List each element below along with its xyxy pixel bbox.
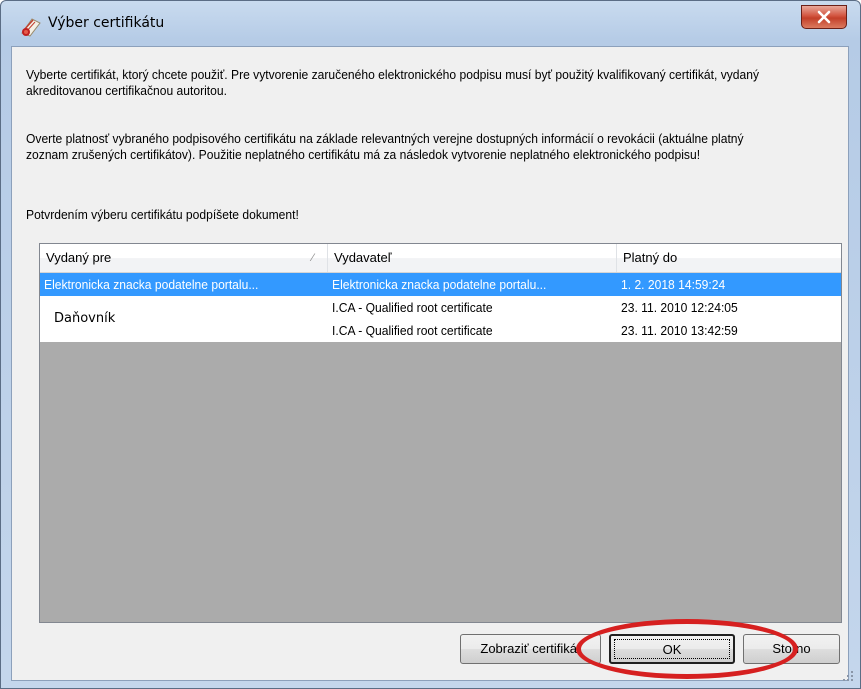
- resize-grip-icon[interactable]: [842, 670, 854, 682]
- close-icon: [817, 10, 831, 24]
- column-header-issuer[interactable]: Vydavateľ: [328, 244, 617, 272]
- show-certificate-button[interactable]: Zobraziť certifikát: [460, 634, 601, 664]
- cell-valid-until: 1. 2. 2018 14:59:24: [621, 277, 726, 292]
- close-button[interactable]: [801, 5, 847, 29]
- list-header: Vydaný pre ⁄ Vydavateľ Platný do: [40, 244, 841, 273]
- ok-button[interactable]: OK: [609, 634, 735, 664]
- certificate-dialog: Výber certifikátu Vyberte certifikát, kt…: [0, 0, 861, 689]
- list-item-selected[interactable]: Elektronicka znacka podatelne portalu...…: [40, 273, 841, 296]
- window-title: Výber certifikátu: [48, 15, 165, 31]
- sort-indicator-icon: ⁄: [312, 252, 314, 264]
- title-bar[interactable]: Výber certifikátu: [1, 1, 860, 37]
- column-header-issued-to[interactable]: Vydaný pre: [40, 244, 328, 272]
- ok-label: OK: [662, 642, 682, 657]
- cell-valid-until: 23. 11. 2010 13:42:59: [621, 323, 738, 338]
- cell-valid-until: 23. 11. 2010 12:24:05: [621, 300, 738, 315]
- group-label-taxpayer: Daňovník: [54, 311, 116, 326]
- certificate-seal-icon: [19, 14, 41, 37]
- cell-issuer: I.CA - Qualified root certificate: [332, 300, 493, 315]
- column-header-valid-until[interactable]: Platný do: [617, 244, 841, 272]
- info-paragraph-2: Overte platnosť vybraného podpisového ce…: [26, 131, 744, 162]
- cell-issued-to: Elektronicka znacka podatelne portalu...: [44, 277, 259, 292]
- cell-issuer: Elektronicka znacka podatelne portalu...: [332, 277, 547, 292]
- cell-issuer: I.CA - Qualified root certificate: [332, 323, 493, 338]
- cancel-button[interactable]: Storno: [743, 634, 840, 664]
- info-paragraph-1: Vyberte certifikát, ktorý chcete použiť.…: [26, 67, 760, 98]
- certificate-list[interactable]: Vydaný pre ⁄ Vydavateľ Platný do Elektro…: [39, 243, 842, 623]
- info-paragraph-3: Potvrdením výberu certifikátu podpíšete …: [26, 207, 299, 222]
